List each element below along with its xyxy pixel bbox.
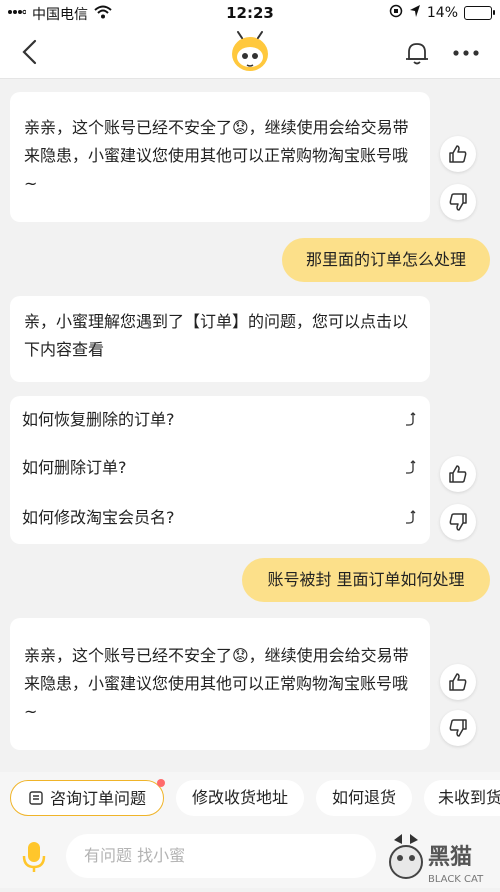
thumbs-up-icon — [449, 145, 467, 163]
thumbs-up-icon — [449, 673, 467, 691]
question-label: 如何修改淘宝会员名? — [22, 508, 175, 527]
jump-arrow-icon — [406, 510, 416, 524]
message-text: 亲，小蜜理解您遇到了【订单】的问题，您可以点击以下内容查看 — [24, 312, 409, 359]
user-message: 账号被封 里面订单如何处理 — [242, 558, 490, 602]
back-button[interactable] — [14, 36, 46, 68]
voice-button[interactable] — [14, 836, 54, 876]
like-button[interactable] — [440, 664, 476, 700]
bot-message: 亲亲，这个账号已经不安全了😟，继续使用会给交易带来隐患，小蜜建议您使用其他可以正… — [10, 92, 430, 222]
more-button[interactable] — [448, 38, 484, 68]
user-message: 那里面的订单怎么处理 — [282, 238, 490, 282]
message-text: 账号被封 里面订单如何处理 — [267, 570, 465, 589]
nav-bar — [0, 26, 500, 79]
question-label: 如何恢复删除的订单? — [22, 410, 175, 429]
more-dots-icon — [453, 50, 479, 56]
battery-percent: 14% — [426, 5, 458, 21]
chip-label: 咨询订单问题 — [49, 789, 146, 808]
chip-change-address[interactable]: 修改收货地址 — [176, 780, 304, 816]
bell-icon — [406, 43, 428, 65]
chip-label: 修改收货地址 — [191, 788, 288, 807]
bee-mascot-icon[interactable] — [228, 30, 272, 74]
message-text: 那里面的订单怎么处理 — [305, 250, 466, 269]
status-bar: 中国电信 12:23 14% — [0, 0, 500, 26]
bot-message: 亲，小蜜理解您遇到了【订单】的问题，您可以点击以下内容查看 — [10, 296, 430, 382]
question-item[interactable]: 如何删除订单? — [22, 448, 416, 488]
dislike-button[interactable] — [440, 710, 476, 746]
watermark-text: 黑猫 — [428, 845, 472, 870]
question-item[interactable]: 如何修改淘宝会员名? — [22, 498, 416, 538]
rotation-lock-icon — [389, 4, 403, 22]
location-icon — [409, 4, 421, 22]
jump-arrow-icon — [406, 460, 416, 474]
thumbs-down-icon — [449, 513, 467, 531]
dislike-button[interactable] — [440, 504, 476, 540]
question-label: 如何删除订单? — [22, 458, 127, 477]
suggested-questions: 如何恢复删除的订单? 如何删除订单? 如何修改淘宝会员名? — [10, 396, 430, 544]
chip-not-received[interactable]: 未收到货 — [424, 780, 500, 816]
message-input[interactable]: 有问题 找小蜜 — [66, 834, 376, 878]
bell-button[interactable] — [402, 38, 432, 68]
notification-dot — [157, 779, 165, 787]
like-button[interactable] — [440, 456, 476, 492]
message-text: 亲亲，这个账号已经不安全了😟，继续使用会给交易带来隐患，小蜜建议您使用其他可以正… — [24, 646, 409, 721]
bot-message: 亲亲，这个账号已经不安全了😟，继续使用会给交易带来隐患，小蜜建议您使用其他可以正… — [10, 618, 430, 750]
battery-icon — [464, 6, 495, 20]
chip-return[interactable]: 如何退货 — [316, 780, 412, 816]
order-icon — [29, 791, 43, 805]
watermark-logo: 黑猫 BLACK CAT — [388, 832, 500, 888]
thumbs-down-icon — [449, 193, 467, 211]
status-right: 14% — [389, 4, 495, 22]
dislike-button[interactable] — [440, 184, 476, 220]
thumbs-down-icon — [449, 719, 467, 737]
chip-label: 如何退货 — [331, 788, 396, 807]
quick-reply-bar: 咨询订单问题 修改收货地址 如何退货 未收到货 — [0, 772, 500, 826]
chip-order-question[interactable]: 咨询订单问题 — [10, 779, 165, 816]
watermark-subtext: BLACK CAT — [428, 874, 484, 885]
thumbs-up-icon — [449, 465, 467, 483]
question-item[interactable]: 如何恢复删除的订单? — [22, 400, 416, 440]
microphone-icon — [22, 842, 46, 872]
jump-arrow-icon — [406, 412, 416, 426]
chevron-left-icon — [22, 39, 37, 65]
message-text: 亲亲，这个账号已经不安全了😟，继续使用会给交易带来隐患，小蜜建议您使用其他可以正… — [24, 118, 409, 193]
chip-label: 未收到货 — [438, 788, 500, 807]
like-button[interactable] — [440, 136, 476, 172]
